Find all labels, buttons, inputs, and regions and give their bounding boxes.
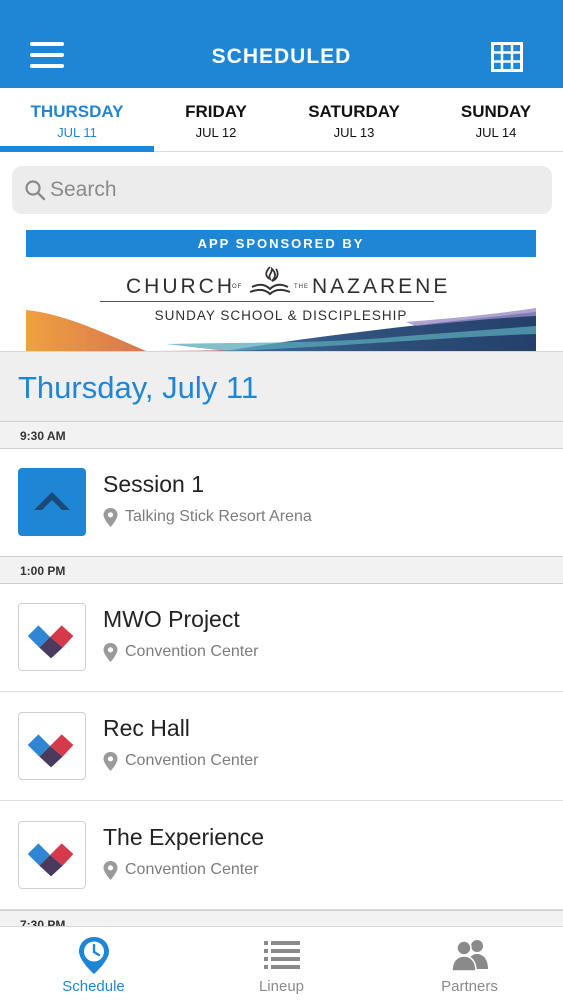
day-tabs: THURSDAY JUL 11 FRIDAY JUL 12 SATURDAY J…	[0, 88, 563, 152]
tab-day-label: SUNDAY	[460, 102, 532, 121]
location-pin-icon	[103, 861, 118, 880]
time-label: 9:30 AM	[20, 429, 66, 443]
tab-date-label: JUL 13	[333, 125, 375, 140]
app-header: SCHEDULED	[0, 0, 563, 88]
session-thumbnail	[18, 712, 86, 780]
session-row[interactable]: The Experience Convention Center	[0, 802, 563, 910]
session-row[interactable]: MWO Project Convention Center	[0, 584, 563, 692]
heart-logo-icon	[27, 843, 74, 877]
session-location: Convention Center	[125, 861, 259, 878]
location-pin-icon	[103, 752, 118, 771]
location-clock-icon	[79, 937, 109, 974]
tab-date-label: JUL 12	[195, 125, 237, 140]
search-area	[0, 152, 563, 230]
nav-label: Partners	[441, 978, 498, 995]
search-icon	[25, 180, 46, 201]
nav-partners[interactable]: Partners	[376, 927, 563, 1000]
church-logo: CHURCH OF THE NAZARENE	[26, 265, 536, 299]
time-group-header: 1:00 PM	[0, 556, 563, 584]
tab-saturday[interactable]: SATURDAY JUL 13	[284, 88, 424, 152]
tab-date-label: JUL 14	[475, 125, 517, 140]
tab-date-label: JUL 11	[57, 125, 97, 140]
nav-label: Lineup	[258, 978, 305, 995]
flame-book-icon	[249, 266, 291, 296]
session-row[interactable]: Rec Hall Convention Center	[0, 693, 563, 801]
tab-friday[interactable]: FRIDAY JUL 12	[146, 88, 286, 152]
logo-word-the: THE	[294, 284, 309, 290]
nav-lineup[interactable]: Lineup	[188, 927, 375, 1000]
schedule-date-header: Thursday, July 11	[0, 352, 563, 422]
people-icon	[451, 940, 488, 972]
logo-word-nazarene: NAZARENE	[312, 275, 451, 298]
nav-label: Schedule	[62, 978, 125, 995]
heart-logo-icon	[27, 625, 74, 659]
logo-divider	[100, 301, 434, 302]
tab-day-label: SATURDAY	[308, 102, 400, 121]
session-thumbnail	[18, 603, 86, 671]
time-label: 1:00 PM	[20, 564, 66, 578]
tab-thursday[interactable]: THURSDAY JUL 11	[7, 88, 147, 152]
search-box[interactable]	[12, 166, 552, 214]
time-group-header: 9:30 AM	[0, 421, 563, 449]
page-title: SCHEDULED	[211, 45, 352, 68]
tab-sunday[interactable]: SUNDAY JUL 14	[426, 88, 563, 152]
session-title: MWO Project	[103, 606, 240, 632]
bottom-nav: Schedule Lineup Partners	[0, 926, 563, 1000]
chevron-up-icon	[34, 492, 70, 510]
session-row[interactable]: Session 1 Talking Stick Resort Arena	[0, 449, 563, 557]
session-title: Session 1	[103, 471, 205, 497]
session-location: Convention Center	[125, 752, 259, 769]
session-thumbnail	[18, 821, 86, 889]
schedule-date-title: Thursday, July 11	[18, 370, 259, 405]
session-thumbnail	[18, 468, 86, 536]
search-input[interactable]	[50, 172, 530, 208]
session-title: The Experience	[103, 824, 265, 850]
sponsor-ribbons-graphic	[26, 308, 536, 351]
heart-logo-icon	[27, 734, 74, 768]
location-pin-icon	[103, 643, 118, 662]
nav-schedule[interactable]: Schedule	[0, 927, 187, 1000]
session-location: Talking Stick Resort Arena	[125, 508, 312, 525]
session-location: Convention Center	[125, 643, 259, 660]
logo-word-church: CHURCH	[126, 275, 235, 298]
location-pin-icon	[103, 508, 118, 527]
logo-word-of: OF	[232, 284, 243, 290]
tab-day-label: THURSDAY	[30, 102, 124, 121]
grid-view-icon[interactable]	[491, 42, 523, 72]
list-icon	[264, 941, 300, 969]
tab-day-label: FRIDAY	[185, 102, 247, 121]
session-title: Rec Hall	[103, 715, 190, 741]
sponsor-heading: APP SPONSORED BY	[26, 230, 536, 257]
